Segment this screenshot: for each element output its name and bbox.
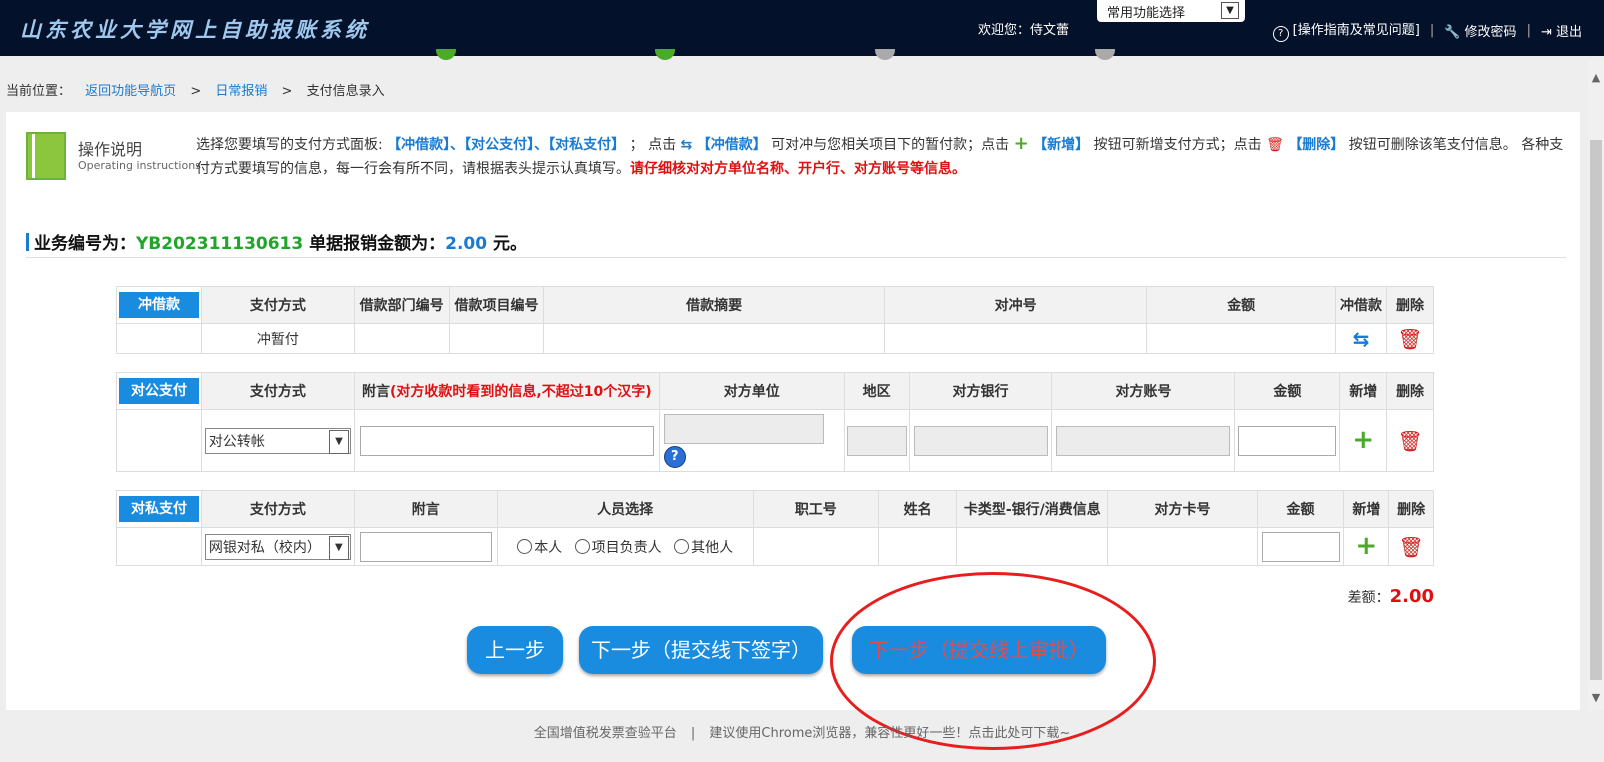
trash-icon: 🗑 — [1266, 137, 1284, 153]
loan-offset-table: 冲借款 支付方式 借款部门编号 借款项目编号 借款摘要 对冲号 金额 冲借款 删… — [116, 286, 1435, 354]
public-payment-tag[interactable]: 对公支付 — [118, 378, 199, 404]
welcome-text: 欢迎您：侍文蕾 — [978, 23, 1070, 38]
loan-method-cell: 冲暂付 — [200, 323, 355, 354]
loan-offset-tag[interactable]: 冲借款 — [118, 292, 199, 318]
help-icon: ? — [1272, 26, 1289, 42]
next-offline-button[interactable]: 下一步（提交线下签字） — [579, 626, 823, 674]
chevron-down-icon: ▼ — [328, 429, 349, 454]
guide-link[interactable]: ? [操作指南及常见问题] — [1272, 19, 1420, 42]
breadcrumb-home-link[interactable]: 返回功能导航页 — [85, 84, 176, 99]
help-question-icon[interactable]: ? — [663, 445, 686, 468]
radio-project-leader[interactable]: 项目负责人 — [574, 538, 662, 556]
difference-amount: 差额：2.00 — [1347, 586, 1434, 607]
logout-link[interactable]: ⇥ 退出 — [1541, 21, 1582, 40]
delete-trash-icon[interactable]: 🗑 — [1397, 429, 1422, 453]
radio-other[interactable]: 其他人 — [674, 538, 733, 556]
offset-swap-icon[interactable]: ⇆ — [1353, 327, 1370, 351]
business-summary: 业务编号为：YB202311130613 单据报销金额为：2.00 元。 — [26, 229, 1566, 258]
payee-account-input[interactable] — [1056, 425, 1231, 456]
private-method-select[interactable]: 网银对私（校内） ▼ — [204, 533, 351, 560]
header-links: ? [操作指南及常见问题] | 🔧 修改密码 | ⇥ 退出 — [1272, 19, 1582, 42]
table-row: 对公转帐 ▼ ? + 🗑 — [116, 409, 1434, 472]
scrollbar-thumb[interactable] — [1590, 140, 1602, 680]
change-password-link[interactable]: 🔧 修改密码 — [1444, 21, 1516, 40]
radio-self[interactable]: 本人 — [517, 538, 562, 556]
system-logo: 山东农业大学网上自助报账系统 — [20, 17, 370, 42]
add-plus-icon[interactable]: + — [1352, 425, 1374, 455]
invoice-check-link[interactable]: 全国增值税发票查验平台 — [534, 726, 677, 741]
step-indicator-3 — [875, 49, 895, 60]
add-plus-icon[interactable]: + — [1355, 531, 1377, 561]
quick-function-label: 常用功能选择 — [1107, 6, 1186, 21]
region-input[interactable] — [846, 425, 907, 456]
delete-trash-icon[interactable]: 🗑 — [1397, 327, 1422, 351]
breadcrumb-current: 支付信息录入 — [306, 84, 385, 99]
swap-icon: ⇆ — [680, 137, 693, 153]
instructions-subtitle: Operating instructions — [78, 159, 201, 172]
business-number: YB202311130613 — [136, 234, 304, 254]
table-row: 冲暂付 ⇆ 🗑 — [116, 323, 1435, 354]
instructions-title: 操作说明 — [78, 140, 143, 159]
section-marker — [26, 233, 29, 251]
instructions-text: 选择您要填写的支付方式面板: 【冲借款】、【对公支付】、【对私支付】 ； 点击 … — [196, 133, 1564, 177]
main-panel: 操作说明 Operating instructions 选择您要填写的支付方式面… — [6, 112, 1580, 710]
page-scrollbar[interactable]: ▲ ▼ — [1588, 60, 1604, 710]
scroll-down-icon[interactable]: ▼ — [1590, 692, 1602, 704]
payee-unit-input[interactable] — [663, 413, 824, 444]
step-indicator-1 — [436, 49, 456, 60]
scroll-up-icon[interactable]: ▲ — [1590, 72, 1602, 84]
payee-bank-input[interactable] — [913, 425, 1048, 456]
prev-step-button[interactable]: 上一步 — [467, 626, 563, 674]
reimburse-amount: 2.00 — [445, 234, 488, 254]
private-note-input[interactable] — [359, 531, 492, 562]
breadcrumb: 当前位置： 返回功能导航页 > 日常报销 > 支付信息录入 — [6, 84, 385, 99]
chevron-down-icon: ▼ — [1221, 2, 1239, 19]
footer: 全国增值税发票查验平台 | 建议使用Chrome浏览器，兼容性更好一些！点击此处… — [533, 726, 1071, 741]
public-note-input[interactable] — [359, 425, 654, 456]
public-amount-input[interactable] — [1238, 425, 1337, 456]
chevron-down-icon: ▼ — [328, 535, 349, 560]
public-method-select[interactable]: 对公转帐 ▼ — [204, 427, 351, 454]
plus-icon: + — [1013, 133, 1029, 154]
step-indicator-2 — [655, 49, 675, 60]
private-payment-tag[interactable]: 对私支付 — [118, 496, 199, 522]
warning-text: 请仔细核对对方单位名称、开户行、对方账号等信息。 — [630, 161, 966, 177]
book-icon — [26, 132, 66, 180]
logout-icon: ⇥ — [1540, 25, 1556, 40]
private-amount-input[interactable] — [1261, 531, 1340, 562]
step-indicator-4 — [1095, 49, 1115, 60]
quick-function-select[interactable]: 常用功能选择 ▼ — [1097, 0, 1245, 22]
public-payment-table: 对公支付 支付方式 附言(对方收款时看到的信息,不超过10个汉字) 对方单位 地… — [116, 372, 1434, 472]
key-icon: 🔧 — [1444, 25, 1465, 40]
private-payment-table: 对私支付 支付方式 附言 人员选择 职工号 姓名 卡类型-银行/消费信息 对方卡… — [116, 490, 1434, 566]
table-row: 网银对私（校内） ▼ 本人 项目负责人 其他人 + 🗑 — [116, 527, 1434, 566]
breadcrumb-daily-link[interactable]: 日常报销 — [215, 84, 267, 99]
top-header: 山东农业大学网上自助报账系统 欢迎您：侍文蕾 常用功能选择 ▼ ? [操作指南及常… — [0, 0, 1604, 60]
browser-download-link[interactable]: 建议使用Chrome浏览器，兼容性更好一些！点击此处可下载~ — [709, 726, 1070, 741]
delete-trash-icon[interactable]: 🗑 — [1398, 535, 1423, 559]
